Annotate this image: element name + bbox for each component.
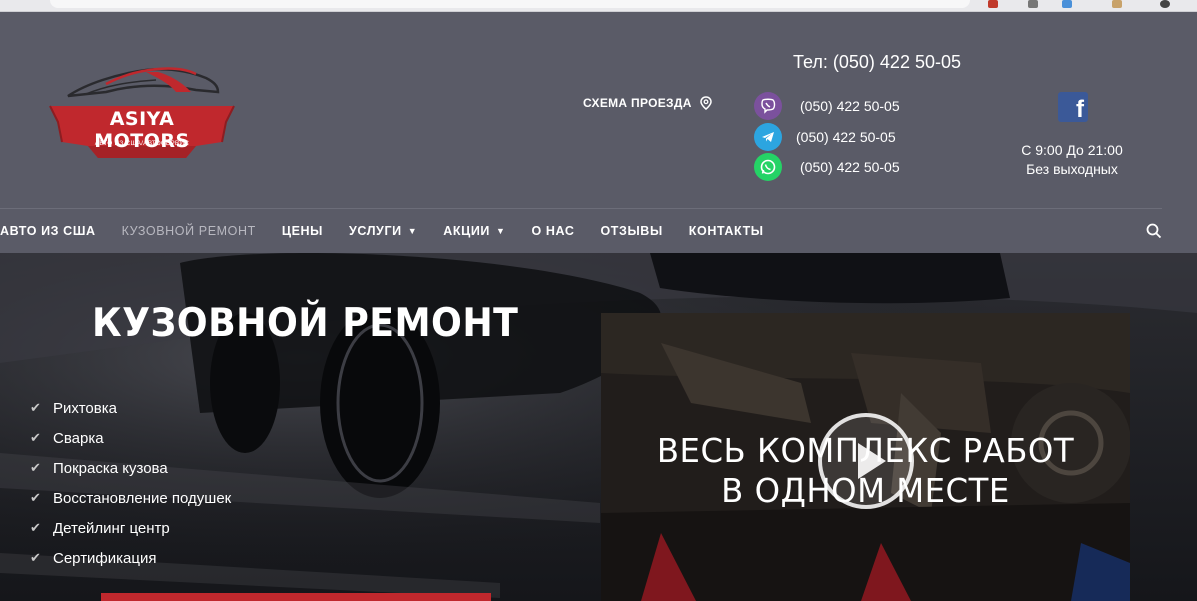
telegram-contact[interactable]: (050) 422 50-05 — [754, 123, 896, 151]
nav-item-body-repair[interactable]: КУЗОВНОЙ РЕМОНТ — [122, 224, 256, 238]
cta-button[interactable] — [101, 593, 491, 601]
nav-item-services[interactable]: УСЛУГИ ▼ — [349, 224, 417, 238]
checkmark-icon: ✔ — [30, 430, 41, 445]
nav-item-reviews[interactable]: ОТЗЫВЫ — [600, 224, 662, 238]
hours-days: Без выходных — [1026, 161, 1118, 177]
list-item: ✔ Сварка — [30, 429, 104, 447]
whatsapp-contact[interactable]: (050) 422 50-05 — [754, 153, 900, 181]
nav-item-about[interactable]: О НАС — [532, 224, 575, 238]
extension-icon[interactable] — [1112, 0, 1122, 8]
nav-item-prices[interactable]: ЦЕНЫ — [282, 224, 323, 238]
hero-title: КУЗОВНОЙ РЕМОНТ — [92, 301, 519, 346]
chevron-down-icon: ▼ — [407, 226, 418, 236]
list-item: ✔ Рихтовка — [30, 399, 117, 417]
site-logo[interactable]: ASIYA MOTORS АВТО ИЗ США/АВТОСЕРВИС — [46, 62, 238, 172]
extension-icon[interactable] — [1062, 0, 1072, 8]
viber-contact[interactable]: (050) 422 50-05 — [754, 92, 900, 120]
viber-icon — [754, 92, 782, 120]
hero-section: КУЗОВНОЙ РЕМОНТ ✔ Рихтовка ✔ Сварка ✔ Покра… — [0, 253, 1197, 601]
route-map-link[interactable]: СХЕМА ПРОЕЗДА — [583, 96, 712, 110]
hours-schedule: С 9:00 До 21:00 — [1021, 142, 1123, 158]
whatsapp-number: (050) 422 50-05 — [800, 159, 900, 175]
profile-icon[interactable] — [1160, 0, 1170, 8]
whatsapp-icon — [754, 153, 782, 181]
nav-item-auto-usa[interactable]: АВТО ИЗ США — [0, 224, 96, 238]
nav-divider — [0, 208, 1162, 209]
checkmark-icon: ✔ — [30, 550, 41, 565]
list-item: ✔ Сертификация — [30, 549, 157, 567]
checkmark-icon: ✔ — [30, 490, 41, 505]
phone-number[interactable]: Тел: (050) 422 50-05 — [793, 52, 961, 73]
map-pin-icon — [699, 96, 712, 110]
extension-icon[interactable] — [988, 0, 998, 8]
extension-icon[interactable] — [1028, 0, 1038, 8]
list-item: ✔ Детейлинг центр — [30, 519, 170, 537]
main-navigation: АВТО ИЗ США КУЗОВНОЙ РЕМОНТ ЦЕНЫ УСЛУГИ ▼… — [0, 220, 790, 242]
search-icon[interactable] — [1146, 223, 1162, 239]
services-list: ✔ Рихтовка ✔ Сварка ✔ Покраска кузова ✔ Восс… — [30, 393, 231, 573]
telegram-number: (050) 422 50-05 — [796, 129, 896, 145]
route-map-label: СХЕМА ПРОЕЗДА — [583, 96, 692, 110]
browser-toolbar — [0, 0, 1197, 12]
logo-tagline: АВТО ИЗ США/АВТОСЕРВИС — [94, 140, 190, 147]
list-item: ✔ Покраска кузова — [30, 459, 168, 477]
checkmark-icon: ✔ — [30, 460, 41, 475]
checkmark-icon: ✔ — [30, 400, 41, 415]
working-hours: С 9:00 До 21:00 Без выходных — [1010, 141, 1134, 179]
site-header: ASIYA MOTORS АВТО ИЗ США/АВТОСЕРВИС Тел:… — [0, 12, 1197, 253]
telegram-icon — [754, 123, 782, 151]
video-player[interactable]: ВЕСЬ КОМПЛЕКС РАБОТ В ОДНОМ МЕСТЕ — [601, 313, 1130, 601]
address-bar[interactable] — [50, 0, 970, 8]
facebook-icon[interactable]: f — [1058, 92, 1088, 122]
nav-item-contacts[interactable]: КОНТАКТЫ — [689, 224, 764, 238]
viber-number: (050) 422 50-05 — [800, 98, 900, 114]
list-item: ✔ Восстановление подушек — [30, 489, 232, 507]
video-caption: ВЕСЬ КОМПЛЕКС РАБОТ В ОДНОМ МЕСТЕ — [656, 431, 1075, 510]
checkmark-icon: ✔ — [30, 520, 41, 535]
nav-item-promotions[interactable]: АКЦИИ ▼ — [443, 224, 505, 238]
chevron-down-icon: ▼ — [496, 226, 506, 236]
